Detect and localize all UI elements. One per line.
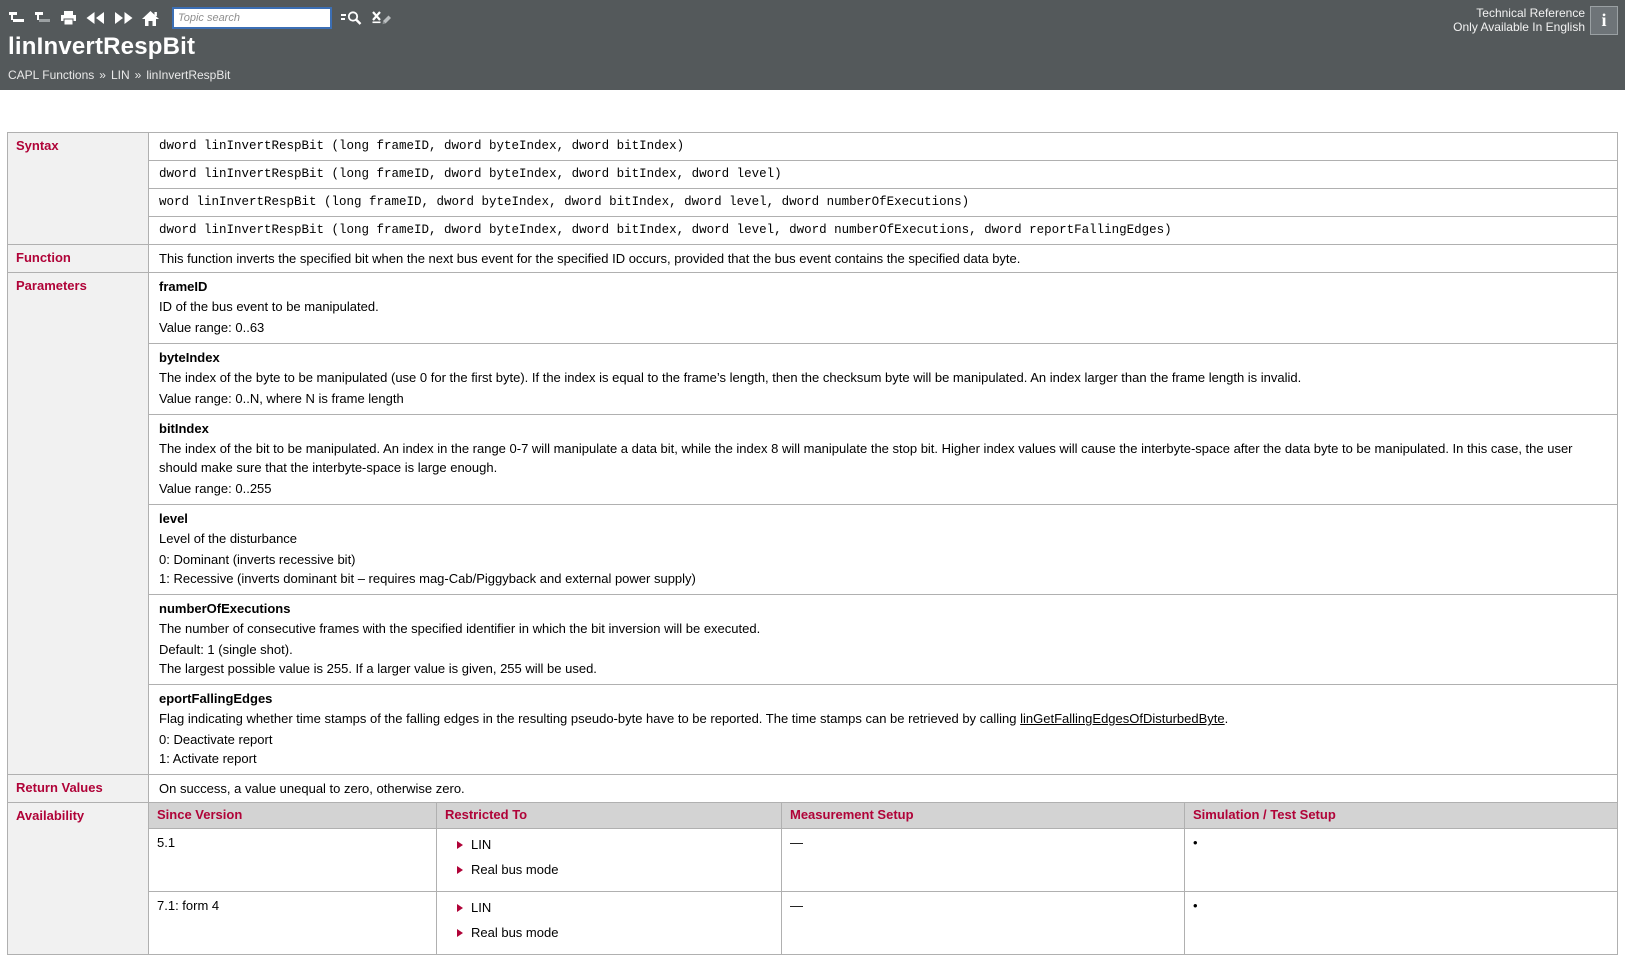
availability-row: 7.1: form 4 LIN Real bus mode — • [148,891,1618,955]
syntax-line: dword linInvertRespBit (long frameID, dw… [148,216,1618,245]
param-desc: The index of the byte to be manipulated … [159,370,1302,385]
restricted-item: LIN [457,835,773,854]
param-option: 0: Dominant (inverts recessive bit) [159,552,356,567]
breadcrumb-separator: » [99,68,106,82]
param-range: Value range: 0..N, where N is frame leng… [159,391,404,406]
col-header-simulation-test-setup: Simulation / Test Setup [1184,802,1618,829]
since-version-cell: 5.1 [148,828,437,892]
header-meta: Technical Reference Only Available In En… [1453,6,1585,34]
param-desc: Flag indicating whether time stamps of t… [159,709,1607,728]
arrow-bullet-icon [457,903,463,912]
col-header-restricted-to: Restricted To [436,802,782,829]
param-name: numberOfExecutions [159,601,291,616]
param-desc: The number of consecutive frames with th… [159,621,761,636]
col-header-since-version: Since Version [148,802,437,829]
arrow-bullet-icon [457,840,463,849]
param-name: bitIndex [159,421,209,436]
param-name: byteIndex [159,350,220,365]
restricted-to-cell: LIN Real bus mode [436,891,782,955]
restricted-item-label: LIN [471,837,492,852]
back-icon[interactable] [86,12,105,24]
param-desc: Level of the disturbance [159,531,298,546]
syntax-line: dword linInvertRespBit (long frameID, dw… [148,132,1618,161]
toc-sync-icon[interactable] [34,11,51,25]
param-desc-suffix: . [1224,711,1229,726]
param-numberofexecutions: numberOfExecutions The number of consecu… [148,594,1618,685]
restricted-item-label: Real bus mode [471,862,559,877]
topic-search-input[interactable] [172,7,332,29]
param-range: Value range: 0..63 [159,320,265,335]
param-note: The largest possible value is 255. If a … [159,661,597,676]
param-name: eportFallingEdges [159,691,273,706]
restricted-item: Real bus mode [457,923,773,942]
return-values-text: On success, a value unequal to zero, oth… [148,774,1618,803]
syntax-label: Syntax [7,132,149,245]
info-icon[interactable]: i [1590,6,1618,35]
restricted-item-label: Real bus mode [471,925,559,940]
availability-cell: Since Version Restricted To Measurement … [148,802,1618,955]
param-note: Default: 1 (single shot). [159,642,293,657]
param-desc-prefix: Flag indicating whether time stamps of t… [159,711,1021,726]
forward-icon[interactable] [114,12,133,24]
measurement-setup-cell: — [781,828,1185,892]
availability-table: Since Version Restricted To Measurement … [148,802,1618,955]
home-icon[interactable] [142,10,159,26]
syntax-line: word linInvertRespBit (long frameID, dwo… [148,188,1618,217]
simulation-test-setup-cell: • [1184,891,1618,955]
search-icon[interactable] [341,10,362,26]
param-option: 1: Activate report [159,751,257,766]
header-bar: Technical Reference Only Available In En… [0,0,1625,90]
restricted-item: LIN [457,898,773,917]
availability-row: 5.1 LIN Real bus mode — • [148,828,1618,892]
param-option: 0: Deactivate report [159,732,273,747]
param-name: level [159,511,188,526]
breadcrumb: CAPL Functions » LIN » linInvertRespBit [8,68,230,82]
param-byteindex: byteIndex The index of the byte to be ma… [148,343,1618,415]
function-text: This function inverts the specified bit … [148,244,1618,273]
param-reportfallingedges: eportFallingEdges Flag indicating whethe… [148,684,1618,775]
meta-line2: Only Available In English [1453,20,1585,34]
availability-header-row: Since Version Restricted To Measurement … [148,802,1618,829]
col-header-measurement-setup: Measurement Setup [781,802,1185,829]
toc-tree-icon[interactable] [8,11,25,25]
page-title: linInvertRespBit [8,33,196,60]
param-level: level Level of the disturbance 0: Domina… [148,504,1618,595]
parameters-label: Parameters [7,272,149,775]
print-icon[interactable] [60,10,77,26]
syntax-line: dword linInvertRespBit (long frameID, dw… [148,160,1618,189]
breadcrumb-item-current: linInvertRespBit [146,68,231,82]
restricted-item: Real bus mode [457,860,773,879]
param-range: Value range: 0..255 [159,481,272,496]
breadcrumb-item-lin[interactable]: LIN [111,68,130,82]
breadcrumb-item-capl-functions[interactable]: CAPL Functions [8,68,94,82]
toolbar [0,0,1625,30]
help-viewer-page: Technical Reference Only Available In En… [0,0,1625,955]
param-name: frameID [159,279,208,294]
link-linGetFallingEdgesOfDisturbedByte[interactable]: linGetFallingEdgesOfDisturbedByte [1020,711,1225,726]
measurement-setup-cell: — [781,891,1185,955]
restricted-item-label: LIN [471,900,492,915]
since-version-cell: 7.1: form 4 [148,891,437,955]
param-option: 1: Recessive (inverts dominant bit – req… [159,571,696,586]
param-desc: ID of the bus event to be manipulated. [159,299,379,314]
param-desc: The index of the bit to be manipulated. … [159,441,1573,475]
meta-line1: Technical Reference [1476,6,1585,20]
restricted-to-cell: LIN Real bus mode [436,828,782,892]
clear-highlights-icon[interactable] [371,10,392,26]
arrow-bullet-icon [457,865,463,874]
param-frameid: frameID ID of the bus event to be manipu… [148,272,1618,344]
param-bitindex: bitIndex The index of the bit to be mani… [148,414,1618,505]
simulation-test-setup-cell: • [1184,828,1618,892]
breadcrumb-separator: » [134,68,142,82]
doc-table: Syntax dword linInvertRespBit (long fram… [7,132,1618,955]
arrow-bullet-icon [457,928,463,937]
function-label: Function [7,244,149,273]
return-values-label: Return Values [7,774,149,803]
availability-label: Availability [7,802,149,955]
